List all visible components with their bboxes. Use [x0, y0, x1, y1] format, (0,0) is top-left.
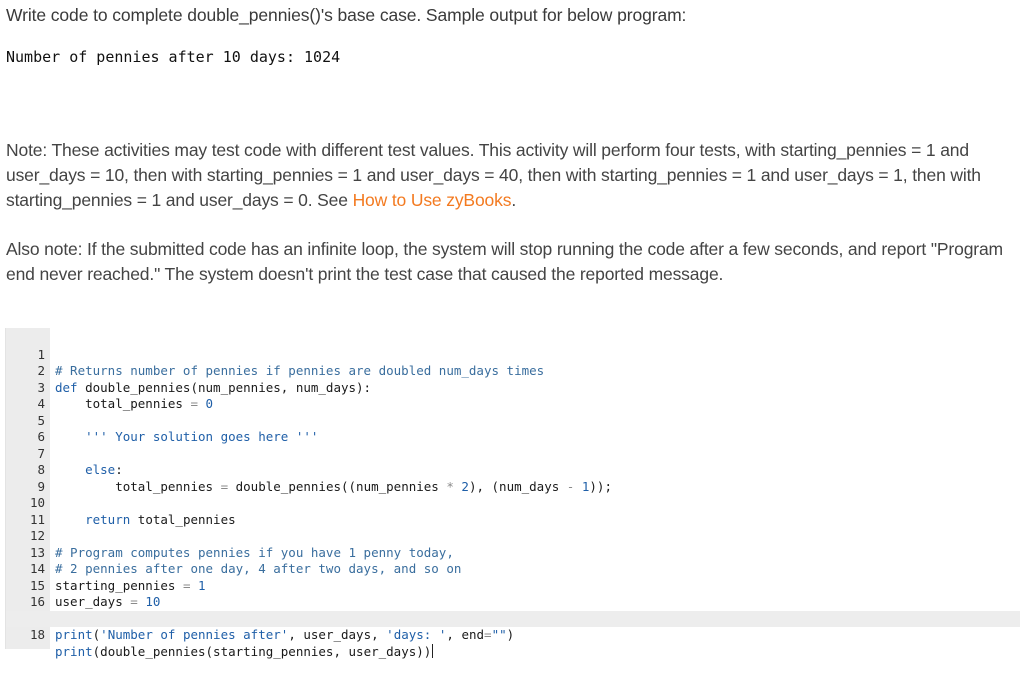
code-lines[interactable]: 1 # Returns number of pennies if pennies…: [6, 330, 1020, 659]
code-text: ): [506, 627, 515, 642]
code-string: 'days: ': [386, 627, 447, 642]
how-to-use-zybooks-link[interactable]: How to Use zyBooks: [353, 190, 512, 210]
code-line[interactable]: 7 else:: [6, 429, 1020, 478]
line-number: 18: [29, 627, 45, 642]
code-line[interactable]: 3 total_pennies = 0: [6, 363, 1020, 412]
text-cursor: [432, 643, 434, 658]
note-end: .: [511, 190, 517, 210]
code-text: , user_days,: [288, 627, 387, 642]
code-line[interactable]: 12 # Program computes pennies if you hav…: [6, 512, 1020, 560]
code-line[interactable]: 15 user_days = 10: [6, 561, 1020, 610]
code-line[interactable]: 10 return total_pennies: [6, 479, 1020, 527]
also-note-paragraph: Also note: If the submitted code has an …: [6, 239, 1003, 284]
code-line-active[interactable]: 18 print(double_pennies(starting_pennies…: [6, 610, 1020, 659]
code-builtin: print: [55, 643, 93, 659]
code-builtin: print: [55, 627, 93, 642]
code-line[interactable]: 17 print('Number of pennies after', user…: [6, 594, 1020, 643]
note-paragraph: Note: These activities may test code wit…: [6, 138, 1018, 213]
code-line[interactable]: 13 # 2 pennies after one day, 4 after tw…: [6, 528, 1020, 577]
code-text: , end: [446, 627, 485, 642]
code-line[interactable]: 11: [6, 495, 1020, 527]
code-line[interactable]: 9: [6, 462, 1020, 494]
sample-output: Number of pennies after 10 days: 1024: [6, 48, 341, 66]
code-line[interactable]: 2 def double_pennies(num_pennies, num_da…: [6, 347, 1020, 395]
problem-title: Write code to complete double_pennies()'…: [6, 5, 687, 25]
code-line[interactable]: 1 # Returns number of pennies if pennies…: [6, 330, 1020, 379]
code-string: 'Number of pennies after': [100, 627, 289, 642]
code-string: "": [491, 627, 507, 642]
code-line[interactable]: 6: [6, 413, 1020, 444]
code-text: (double_pennies(starting_pennies, user_d…: [92, 643, 432, 659]
code-editor[interactable]: 1 # Returns number of pennies if pennies…: [5, 328, 1020, 659]
code-line[interactable]: 14 starting_pennies = 1: [6, 545, 1020, 593]
code-line[interactable]: 4: [6, 380, 1020, 411]
code-line[interactable]: 8 total_pennies = double_pennies((num_pe…: [6, 446, 1020, 494]
code-line[interactable]: 5 ''' Your solution goes here ''': [6, 396, 1020, 445]
code-line[interactable]: 16: [6, 578, 1020, 609]
code-operator: =: [484, 627, 492, 642]
